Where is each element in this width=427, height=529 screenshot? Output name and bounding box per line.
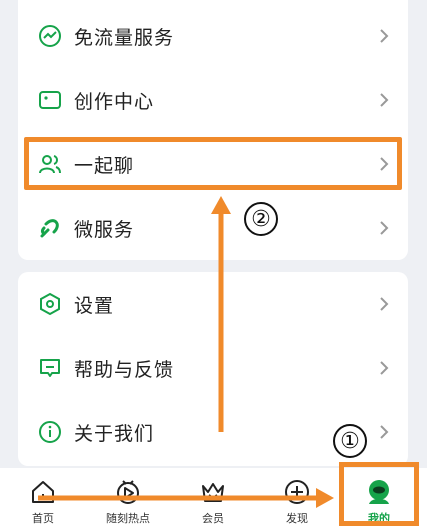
step-number-1: ① [333, 424, 367, 458]
tab-label: 首页 [32, 512, 54, 525]
menu-item-label: 创作中心 [74, 90, 155, 113]
plus-circle-icon [283, 478, 311, 506]
menu-item-micro-service[interactable]: 微服务 [18, 196, 408, 260]
menu-item-label: 帮助与反馈 [74, 358, 175, 381]
menu-item-label: 免流量服务 [74, 26, 175, 49]
highlight-box-chat-together [24, 137, 402, 190]
chevron-right-icon [378, 91, 390, 109]
tab-vip[interactable]: 会员 [178, 468, 248, 529]
step-number-2: ② [244, 202, 278, 236]
link-icon [38, 216, 62, 240]
settings-hex-icon [38, 292, 62, 316]
highlight-box-me-tab [339, 462, 419, 526]
chevron-right-icon [378, 27, 390, 45]
play-hot-icon [114, 478, 142, 506]
home-icon [29, 478, 57, 506]
menu-item-creator-center[interactable]: 创作中心 [18, 68, 408, 132]
menu-item-label: 设置 [74, 294, 115, 317]
tab-discover[interactable]: 发现 [262, 468, 332, 529]
menu-item-free-data[interactable]: 免流量服务 [18, 4, 408, 68]
menu-item-label: 微服务 [74, 218, 135, 241]
tab-label: 会员 [202, 512, 224, 525]
chevron-right-icon [378, 295, 390, 313]
trend-circle-icon [38, 24, 62, 48]
menu-item-label: 关于我们 [74, 422, 155, 445]
feedback-icon [38, 356, 62, 380]
menu-item-settings[interactable]: 设置 [18, 272, 408, 336]
info-icon [38, 420, 62, 444]
menu-card-top: 免流量服务 创作中心 一起聊 微服务 [18, 0, 408, 260]
crown-icon [199, 478, 227, 506]
menu-item-help-feedback[interactable]: 帮助与反馈 [18, 336, 408, 400]
tab-hot[interactable]: 随刻热点 [93, 468, 163, 529]
chevron-right-icon [378, 359, 390, 377]
chevron-right-icon [378, 219, 390, 237]
chevron-right-icon [378, 423, 390, 441]
tab-home[interactable]: 首页 [8, 468, 78, 529]
tab-label: 随刻热点 [106, 512, 150, 525]
video-icon [38, 88, 62, 112]
tab-label: 发现 [286, 512, 308, 525]
